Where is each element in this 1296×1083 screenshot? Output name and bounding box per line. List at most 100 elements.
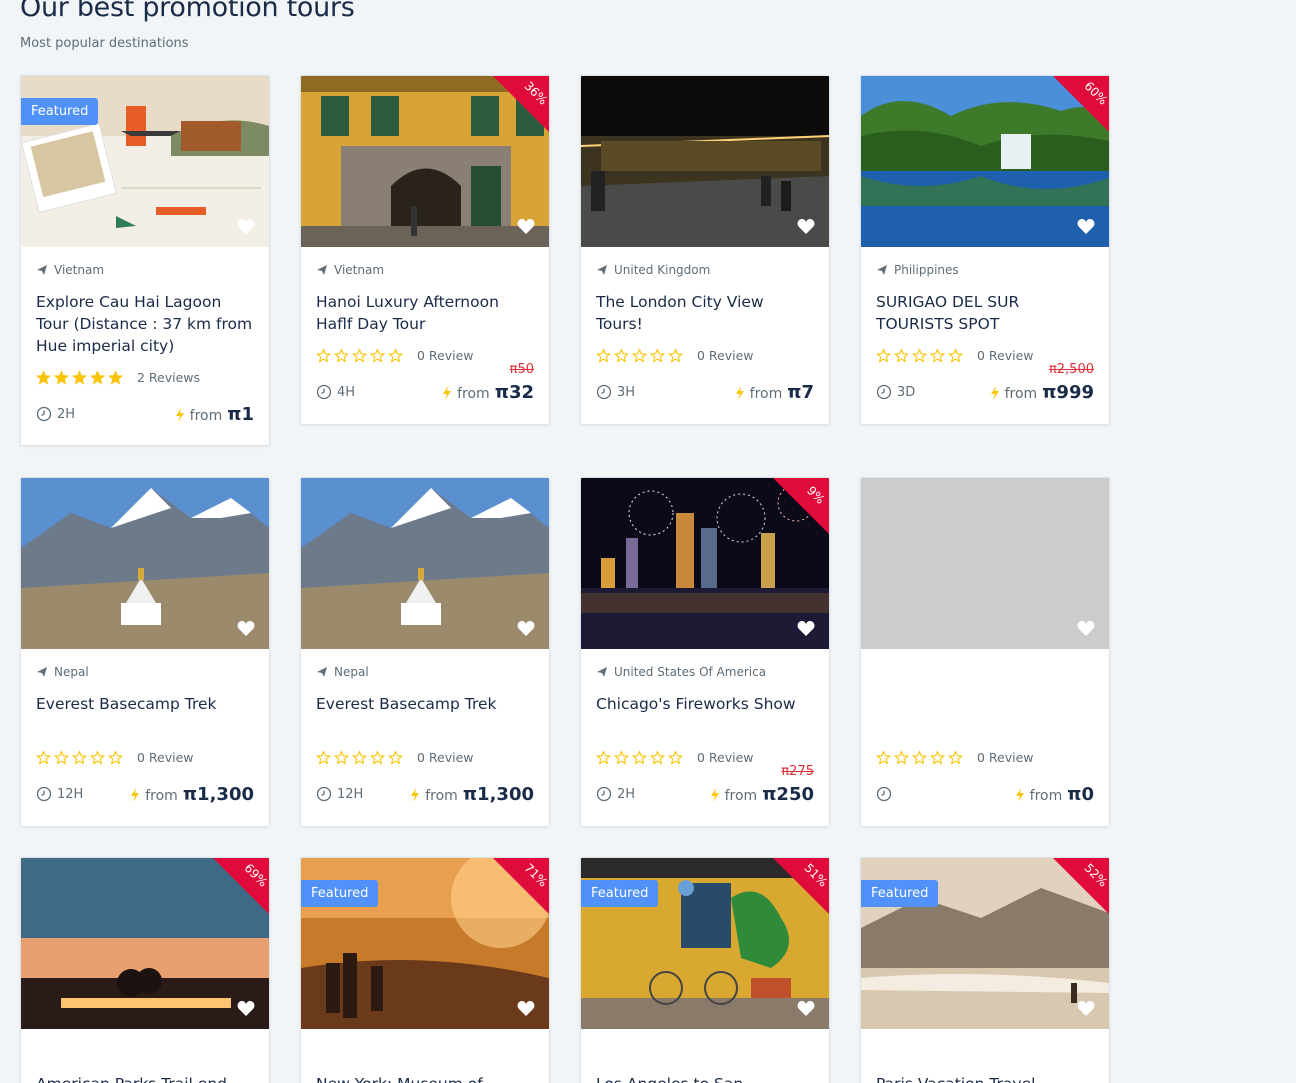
review-count[interactable]: 2 Reviews: [137, 370, 200, 385]
duration-label: 12H: [57, 786, 84, 802]
tour-meta: 3H from π7: [596, 381, 814, 403]
wishlist-heart-icon[interactable]: [1077, 1000, 1095, 1017]
tour-image[interactable]: [581, 76, 829, 247]
star-icon: [893, 749, 910, 765]
tour-title[interactable]: Los Angeles to San Francisco Express: [596, 1073, 814, 1083]
tour-title[interactable]: Everest Basecamp Trek: [316, 693, 534, 737]
tour-location: [876, 663, 1094, 681]
tour-card[interactable]: 9% United States Of America Chicago's Fire…: [580, 477, 830, 827]
review-count[interactable]: 0 Review: [977, 750, 1034, 765]
review-count[interactable]: 0 Review: [137, 750, 194, 765]
tour-rating: 0 Review: [315, 749, 534, 765]
tour-title[interactable]: Explore Cau Hai Lagoon Tour (Distance : …: [36, 291, 254, 357]
tour-price: π50 from π32: [442, 362, 534, 403]
tour-location: [36, 1043, 254, 1061]
star-icon: [649, 749, 666, 765]
tour-image[interactable]: [861, 478, 1109, 649]
tour-title[interactable]: Chicago's Fireworks Show: [596, 693, 814, 737]
duration-label: 2H: [57, 406, 76, 422]
tour-image[interactable]: 60%: [861, 76, 1109, 247]
star-icon: [875, 347, 892, 363]
star-icon: [667, 749, 684, 765]
tour-image[interactable]: [21, 478, 269, 649]
price-value: π1,300: [182, 783, 254, 805]
duration-label: 2H: [617, 786, 636, 802]
tour-card[interactable]: Nepal Everest Basecamp Trek 0 Review 12H fro…: [20, 477, 270, 827]
clock-icon: [596, 384, 612, 400]
wishlist-heart-icon[interactable]: [237, 620, 255, 637]
tour-card[interactable]: 36% Vietnam Hanoi Luxury Afternoon Haflf D…: [300, 75, 550, 425]
star-icon: [351, 347, 368, 363]
tour-image[interactable]: Featured: [21, 76, 269, 247]
tour-location: Nepal: [36, 663, 254, 681]
review-count[interactable]: 0 Review: [697, 750, 754, 765]
wishlist-heart-icon[interactable]: [1077, 620, 1095, 637]
wishlist-heart-icon[interactable]: [797, 620, 815, 637]
star-icon: [387, 749, 404, 765]
star-icon: [369, 749, 386, 765]
tour-price: π275 from π250: [710, 764, 814, 805]
from-label: from: [189, 407, 223, 424]
location-label: Philippines: [894, 263, 959, 277]
tour-title[interactable]: Paris Vacation Travel: [876, 1073, 1094, 1083]
tour-card[interactable]: United Kingdom The London City View Tours…: [580, 75, 830, 425]
tour-image[interactable]: 36%: [301, 76, 549, 247]
tour-title[interactable]: SURIGAO DEL SUR TOURISTS SPOT: [876, 291, 1094, 335]
tour-title[interactable]: The London City View Tours!: [596, 291, 814, 335]
review-count[interactable]: 0 Review: [697, 348, 754, 363]
star-icon: [71, 369, 88, 385]
tour-price: from π1: [175, 404, 254, 425]
tour-card[interactable]: Featured Vietnam Explore Cau Hai Lagoon To…: [20, 75, 270, 446]
paper-plane-icon: [317, 667, 327, 677]
tour-image[interactable]: Featured 52%: [861, 858, 1109, 1029]
tour-title[interactable]: Everest Basecamp Trek: [36, 693, 254, 737]
tour-card[interactable]: Featured 52% Paris Vacation Travel: [860, 857, 1110, 1083]
from-label: from: [457, 385, 490, 402]
tour-card[interactable]: Featured 71% New York: Museum of Modern Ar…: [300, 857, 550, 1083]
star-icon: [875, 749, 892, 765]
tour-photo: [21, 478, 269, 649]
clock-icon: [36, 786, 52, 802]
tour-card[interactable]: 69% American Parks Trail end Rapid City: [20, 857, 270, 1083]
tour-card-body: 0 Review from π0: [861, 649, 1109, 819]
wishlist-heart-icon[interactable]: [1077, 218, 1095, 235]
tour-image[interactable]: 69%: [21, 858, 269, 1029]
tour-title[interactable]: Hanoi Luxury Afternoon Haflf Day Tour: [316, 291, 534, 335]
duration-label: 3D: [897, 384, 916, 400]
old-price: π275: [781, 763, 814, 779]
tour-card[interactable]: 60% Philippines SURIGAO DEL SUR TOURISTS S…: [860, 75, 1110, 425]
tour-image[interactable]: [301, 478, 549, 649]
tour-card[interactable]: Nepal Everest Basecamp Trek 0 Review 12H fro…: [300, 477, 550, 827]
tour-image[interactable]: 9%: [581, 478, 829, 649]
wishlist-heart-icon[interactable]: [797, 1000, 815, 1017]
price-value: π250: [762, 783, 814, 805]
tour-duration: 2H: [36, 406, 75, 422]
tour-card[interactable]: Featured 51% Los Angeles to San Francisco …: [580, 857, 830, 1083]
clock-icon: [596, 786, 612, 802]
review-count[interactable]: 0 Review: [977, 348, 1034, 363]
tour-card-body: New York: Museum of Modern Art: [301, 1029, 549, 1083]
review-count[interactable]: 0 Review: [417, 750, 474, 765]
price-value: π1,300: [462, 783, 534, 805]
tour-duration: 3H: [596, 384, 635, 400]
wishlist-heart-icon[interactable]: [517, 1000, 535, 1017]
tour-price: from π7: [735, 382, 814, 403]
wishlist-heart-icon[interactable]: [517, 620, 535, 637]
tour-title[interactable]: [876, 693, 1094, 737]
tour-title[interactable]: American Parks Trail end Rapid City: [36, 1073, 254, 1083]
price-value: π999: [1042, 381, 1094, 403]
review-count[interactable]: 0 Review: [417, 348, 474, 363]
wishlist-heart-icon[interactable]: [237, 218, 255, 235]
tour-card[interactable]: 0 Review from π0: [860, 477, 1110, 827]
tour-card-body: Philippines SURIGAO DEL SUR TOURISTS SPOT…: [861, 247, 1109, 417]
tour-title[interactable]: New York: Museum of Modern Art: [316, 1073, 534, 1083]
star-icon: [595, 749, 612, 765]
star-rating: [875, 347, 964, 363]
wishlist-heart-icon[interactable]: [797, 218, 815, 235]
clock-icon: [876, 384, 892, 400]
tour-grid: Featured Vietnam Explore Cau Hai Lagoon To…: [20, 75, 1110, 1083]
tour-image[interactable]: Featured 51%: [581, 858, 829, 1029]
wishlist-heart-icon[interactable]: [237, 1000, 255, 1017]
tour-image[interactable]: Featured 71%: [301, 858, 549, 1029]
wishlist-heart-icon[interactable]: [517, 218, 535, 235]
